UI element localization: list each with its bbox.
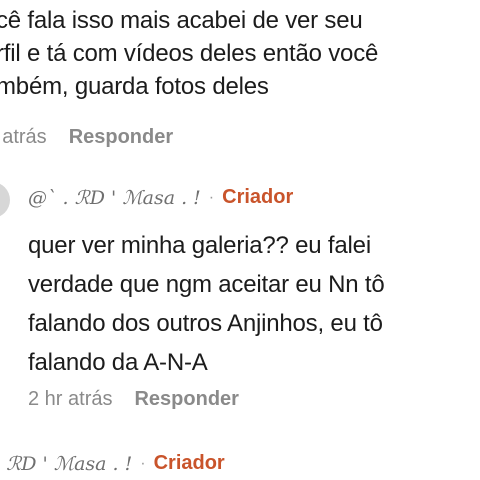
reply-button[interactable]: Responder [69, 126, 173, 149]
author-name[interactable]: . ℛD ' ℳasa . ! [0, 453, 132, 475]
next-comment-header: . ℛD ' ℳasa . ! · Criador [0, 452, 225, 475]
reply-header: @` . ℛD ' ℳasa . ! · Criador [28, 186, 293, 209]
separator-dot: · [140, 454, 146, 472]
reply-meta: 2 hr atrás Responder [28, 388, 239, 411]
comment-text: cê fala isso mais acabei de ver seu rfil… [0, 7, 379, 100]
comment-timestamp: r atrás [0, 126, 47, 148]
separator-dot: · [208, 188, 215, 206]
reply-timestamp: 2 hr atrás [28, 388, 113, 410]
creator-badge: Criador [153, 452, 225, 474]
creator-badge: Criador [222, 186, 294, 208]
reply-button[interactable]: Responder [134, 388, 238, 411]
reply-text: quer ver minha galeria?? eu falei verdad… [28, 232, 385, 376]
author-name[interactable]: @` . ℛD ' ℳasa . ! [28, 187, 201, 209]
comment-top: cê fala isso mais acabei de ver seu rfil… [0, 0, 480, 148]
avatar[interactable] [0, 182, 12, 218]
comment-meta: r atrás Responder [0, 126, 173, 149]
